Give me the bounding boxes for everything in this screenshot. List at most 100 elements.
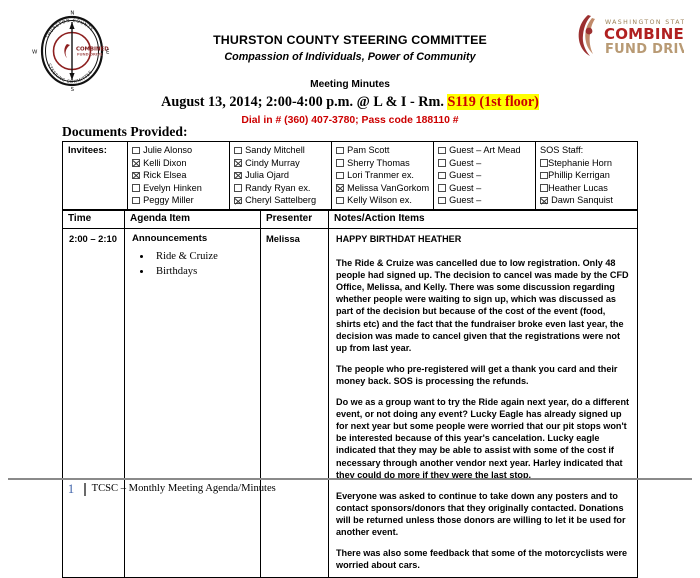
invitee-name: Heather Lucas: [548, 182, 608, 193]
meeting-room-highlight: S119 (1st floor): [447, 94, 539, 110]
invitees-column-guests: Guest – Art Mead Guest – Guest – Guest – Gue…: [433, 141, 536, 211]
invitees-group-header: SOS Staff:: [540, 145, 584, 155]
invitee-name: Guest –: [449, 170, 482, 181]
checkbox-unchecked-icon[interactable]: [540, 171, 548, 180]
invitee-checkbox-row[interactable]: Sherry Thomas: [336, 157, 430, 170]
notes-paragraph: Do we as a group want to try the Ride ag…: [336, 397, 630, 480]
invitee-name: Cheryl Sattelberg: [245, 195, 317, 206]
invitees-row: Invitees: Julie Alonso Kelli Dixon Rick El…: [62, 141, 638, 211]
invitee-name: Guest –: [449, 157, 482, 168]
documents-provided-label: Documents Provided:: [62, 124, 188, 139]
invitee-checkbox-row[interactable]: Randy Ryan ex.: [234, 182, 328, 195]
invitee-name: Sandy Mitchell: [245, 145, 305, 155]
footer-separator-bar: [84, 483, 86, 496]
invitees-column-sos-staff: SOS Staff: Stephanie Horn Phillip Kerrigan…: [535, 141, 638, 211]
column-header-presenter: Presenter: [260, 209, 329, 229]
organization-tagline: Compassion of Individuals, Power of Comm…: [224, 51, 476, 63]
invitees-table: Invitees: Julie Alonso Kelli Dixon Rick El…: [62, 141, 638, 211]
invitee-checkbox-row[interactable]: Dawn Sanquist: [540, 194, 634, 207]
invitee-checkbox-row[interactable]: Cheryl Sattelberg: [234, 194, 328, 207]
invitee-checkbox-row[interactable]: Phillip Kerrigan: [540, 169, 634, 182]
invitee-checkbox-row[interactable]: Kelli Dixon: [132, 157, 226, 170]
invitee-name: Sherry Thomas: [347, 157, 410, 168]
agenda-table: Time Agenda Item Presenter Notes/Action …: [62, 209, 638, 578]
agenda-body: 2:00 – 2:10 Announcements Ride & CruizeBir…: [62, 227, 638, 578]
invitee-name: Guest –: [449, 182, 482, 193]
checkbox-unchecked-icon[interactable]: [234, 184, 242, 192]
invitee-name: Stephanie Horn: [548, 157, 612, 168]
checkbox-unchecked-icon[interactable]: [132, 184, 140, 192]
column-header-time: Time: [62, 209, 125, 229]
checkbox-checked-icon[interactable]: [336, 184, 344, 192]
agenda-header-row: Time Agenda Item Presenter Notes/Action …: [62, 209, 638, 229]
invitee-name: Guest –: [449, 195, 482, 206]
column-header-notes: Notes/Action Items: [328, 209, 638, 229]
agenda-row: 2:00 – 2:10 Announcements Ride & CruizeBir…: [62, 227, 638, 578]
checkbox-checked-icon[interactable]: [234, 196, 242, 205]
invitee-name: Dawn Sanquist: [551, 195, 613, 206]
invitee-checkbox-row[interactable]: Guest –: [438, 182, 532, 195]
meeting-kind-label: Meeting Minutes: [310, 79, 390, 90]
checkbox-unchecked-icon[interactable]: [132, 146, 140, 155]
checkbox-checked-icon[interactable]: [234, 159, 242, 167]
invitee-checkbox-row[interactable]: Julie Alonso: [132, 144, 226, 157]
invitee-checkbox-row[interactable]: Cindy Murray: [234, 157, 328, 170]
title-block: THURSTON COUNTY STEERING COMMITTEE Compa…: [0, 33, 700, 127]
invitee-checkbox-row[interactable]: Melissa VanGorkom: [336, 182, 430, 195]
invitee-checkbox-row[interactable]: Heather Lucas: [540, 182, 634, 195]
checkbox-checked-icon[interactable]: [540, 196, 548, 205]
invitee-name: Randy Ryan ex.: [245, 182, 311, 193]
invitee-checkbox-row[interactable]: Guest –: [438, 194, 532, 207]
checkbox-checked-icon[interactable]: [234, 171, 242, 180]
invitee-checkbox-row[interactable]: Evelyn Hinken: [132, 182, 226, 195]
checkbox-unchecked-icon[interactable]: [438, 184, 446, 192]
agenda-time: 2:00 – 2:10: [62, 227, 125, 578]
checkbox-unchecked-icon[interactable]: [438, 159, 446, 167]
invitees-column-3: Pam Scott Sherry Thomas Lori Tranmer ex. Me…: [331, 141, 434, 211]
agenda-bullet-item: Birthdays: [152, 264, 255, 279]
invitees-column-2: Sandy Mitchell Cindy Murray Julia Ojard Ran…: [229, 141, 332, 211]
invitee-name: Evelyn Hinken: [143, 182, 202, 193]
organization-title: THURSTON COUNTY STEERING COMMITTEE: [213, 33, 487, 47]
svg-text:N: N: [70, 11, 74, 17]
agenda-bullet-item: Ride & Cruize: [152, 249, 255, 264]
agenda-item-title: Announcements: [132, 233, 208, 244]
invitee-checkbox-row[interactable]: Lori Tranmer ex.: [336, 169, 430, 182]
meeting-datetime-location: August 13, 2014; 2:00-4:00 p.m. @ L & I …: [0, 94, 700, 111]
invitee-checkbox-row[interactable]: Rick Elsea: [132, 169, 226, 182]
checkbox-checked-icon[interactable]: [132, 171, 140, 180]
checkbox-unchecked-icon[interactable]: [540, 159, 548, 167]
invitee-checkbox-row[interactable]: Kelly Wilson ex.: [336, 194, 430, 207]
checkbox-unchecked-icon[interactable]: [132, 196, 140, 205]
notes-paragraph: There was also some feedback that some o…: [336, 548, 628, 571]
notes-paragraph: The people who pre-registered will get a…: [336, 363, 618, 386]
checkbox-unchecked-icon[interactable]: [336, 196, 344, 205]
checkbox-unchecked-icon[interactable]: [438, 171, 446, 180]
checkbox-unchecked-icon[interactable]: [336, 159, 344, 167]
invitee-checkbox-row[interactable]: Peggy Miller: [132, 194, 226, 207]
footer-page-number: 1: [67, 482, 75, 496]
checkbox-unchecked-icon[interactable]: [336, 146, 344, 155]
invitee-checkbox-row[interactable]: Stephanie Horn: [540, 157, 634, 170]
checkbox-unchecked-icon[interactable]: [438, 196, 446, 205]
invitee-checkbox-row[interactable]: Guest –: [438, 157, 532, 170]
column-header-agenda-item: Agenda Item: [124, 209, 261, 229]
footer-divider: [8, 478, 692, 480]
invitee-name: Kelli Dixon: [143, 157, 187, 168]
checkbox-unchecked-icon[interactable]: [540, 184, 548, 192]
checkbox-checked-icon[interactable]: [132, 159, 140, 167]
agenda-presenter: Melissa: [260, 227, 329, 578]
invitee-checkbox-row[interactable]: Pam Scott: [336, 144, 430, 157]
invitee-checkbox-row[interactable]: Guest – Art Mead: [438, 144, 532, 157]
footer: 1 TCSC – Monthly Meeting Agenda/Minutes: [62, 482, 276, 496]
invitee-name: Lori Tranmer ex.: [347, 170, 414, 181]
checkbox-unchecked-icon[interactable]: [438, 146, 446, 155]
invitee-name: Peggy Miller: [143, 195, 194, 206]
invitee-checkbox-row[interactable]: Julia Ojard: [234, 169, 328, 182]
invitee-checkbox-row[interactable]: Guest –: [438, 169, 532, 182]
invitee-name: Melissa VanGorkom: [347, 182, 430, 193]
checkbox-unchecked-icon[interactable]: [234, 146, 242, 155]
checkbox-unchecked-icon[interactable]: [336, 171, 344, 180]
invitee-name: Guest – Art Mead: [449, 145, 521, 155]
invitee-checkbox-row[interactable]: Sandy Mitchell: [234, 144, 328, 157]
